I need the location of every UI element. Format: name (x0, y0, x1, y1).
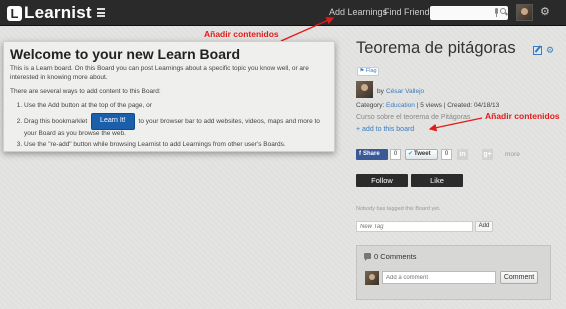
twitter-bird-icon: ✔ (408, 151, 414, 157)
facebook-share-label: Share (363, 151, 380, 157)
facebook-icon: f (359, 151, 361, 157)
twitter-tweet-button[interactable]: ✔Tweet (405, 149, 438, 160)
tweet-label: Tweet (414, 151, 431, 157)
comment-input[interactable] (382, 271, 496, 284)
board-description: Curso sobre el teorema de Pitágoras (356, 114, 471, 121)
welcome-step2-pre: Drag this bookmarklet (24, 117, 88, 125)
welcome-step: Drag this bookmarklet Learn It! to your … (24, 113, 328, 138)
board-title: Teorema de pitágoras (356, 39, 516, 57)
welcome-step: Use the Add button at the top of the pag… (24, 102, 328, 111)
welcome-card: Welcome to your new Learn Board This is … (3, 41, 335, 152)
comments-count: 0 Comments (374, 252, 417, 261)
google-plus-icon[interactable]: g+ (482, 149, 493, 160)
add-learnings-link[interactable]: Add Learnings (329, 7, 387, 17)
hamburger-menu-icon[interactable] (97, 8, 105, 17)
board-meta: Category: Education | 5 views | Created:… (356, 102, 499, 109)
commenter-avatar (365, 271, 379, 285)
follow-button[interactable]: Follow (356, 174, 408, 187)
category-label: Category: (356, 102, 385, 109)
welcome-step: Use the "re-add" button while browsing L… (24, 141, 328, 150)
comments-panel: 0 Comments Comment (356, 245, 551, 300)
logo-text: Learnist (24, 3, 92, 22)
no-tags-notice: Nobody has tagged this Board yet. (356, 206, 441, 212)
tweet-count: 0 (441, 149, 452, 160)
author-avatar[interactable] (356, 81, 373, 98)
add-tag-button[interactable]: Add (475, 221, 493, 232)
board-stats: | 5 views | Created: 04/18/13 (416, 102, 500, 109)
linkedin-icon[interactable]: in (457, 149, 468, 160)
by-label: by (377, 88, 384, 95)
learn-it-bookmarklet[interactable]: Learn It! (91, 113, 135, 130)
welcome-ways-intro: There are several ways to add content to… (10, 88, 161, 95)
gear-icon[interactable]: ⚙ (540, 7, 550, 18)
top-navigation-bar: L Learnist Add Learnings Find Friends ⚙ (0, 0, 566, 26)
learnist-logo[interactable]: L Learnist (7, 3, 92, 22)
facebook-share-button[interactable]: f Share (356, 149, 388, 160)
welcome-steps: Use the Add button at the top of the pag… (10, 102, 328, 150)
like-button[interactable]: Like (411, 174, 463, 187)
welcome-intro: This is a Learn board. On this Board you… (10, 65, 309, 81)
search-icon[interactable] (500, 8, 509, 16)
facebook-share-count: 0 (390, 149, 401, 160)
annotation-add-content-right: Añadir contenidos (485, 111, 560, 121)
more-share-link[interactable]: more (505, 151, 520, 158)
category-link[interactable]: Education (386, 102, 415, 109)
user-avatar[interactable] (516, 4, 533, 21)
edit-icon[interactable] (533, 46, 542, 55)
add-to-board-link[interactable]: + add to this board (356, 126, 414, 133)
comment-bubble-icon (364, 253, 371, 261)
board-settings-icon[interactable]: ⚙ (546, 45, 554, 56)
annotation-add-content-top: Añadir contenidos (204, 29, 279, 39)
comment-submit-button[interactable]: Comment (500, 271, 538, 284)
find-friends-link[interactable]: Find Friends (384, 7, 434, 17)
flag-button[interactable]: ⚑ Flag (357, 67, 379, 76)
welcome-title: Welcome to your new Learn Board (10, 46, 241, 62)
author-name-link[interactable]: César Vallejo (386, 88, 424, 95)
new-tag-input[interactable] (356, 221, 473, 232)
microphone-icon[interactable] (494, 8, 499, 17)
logo-mark-icon: L (7, 5, 22, 21)
